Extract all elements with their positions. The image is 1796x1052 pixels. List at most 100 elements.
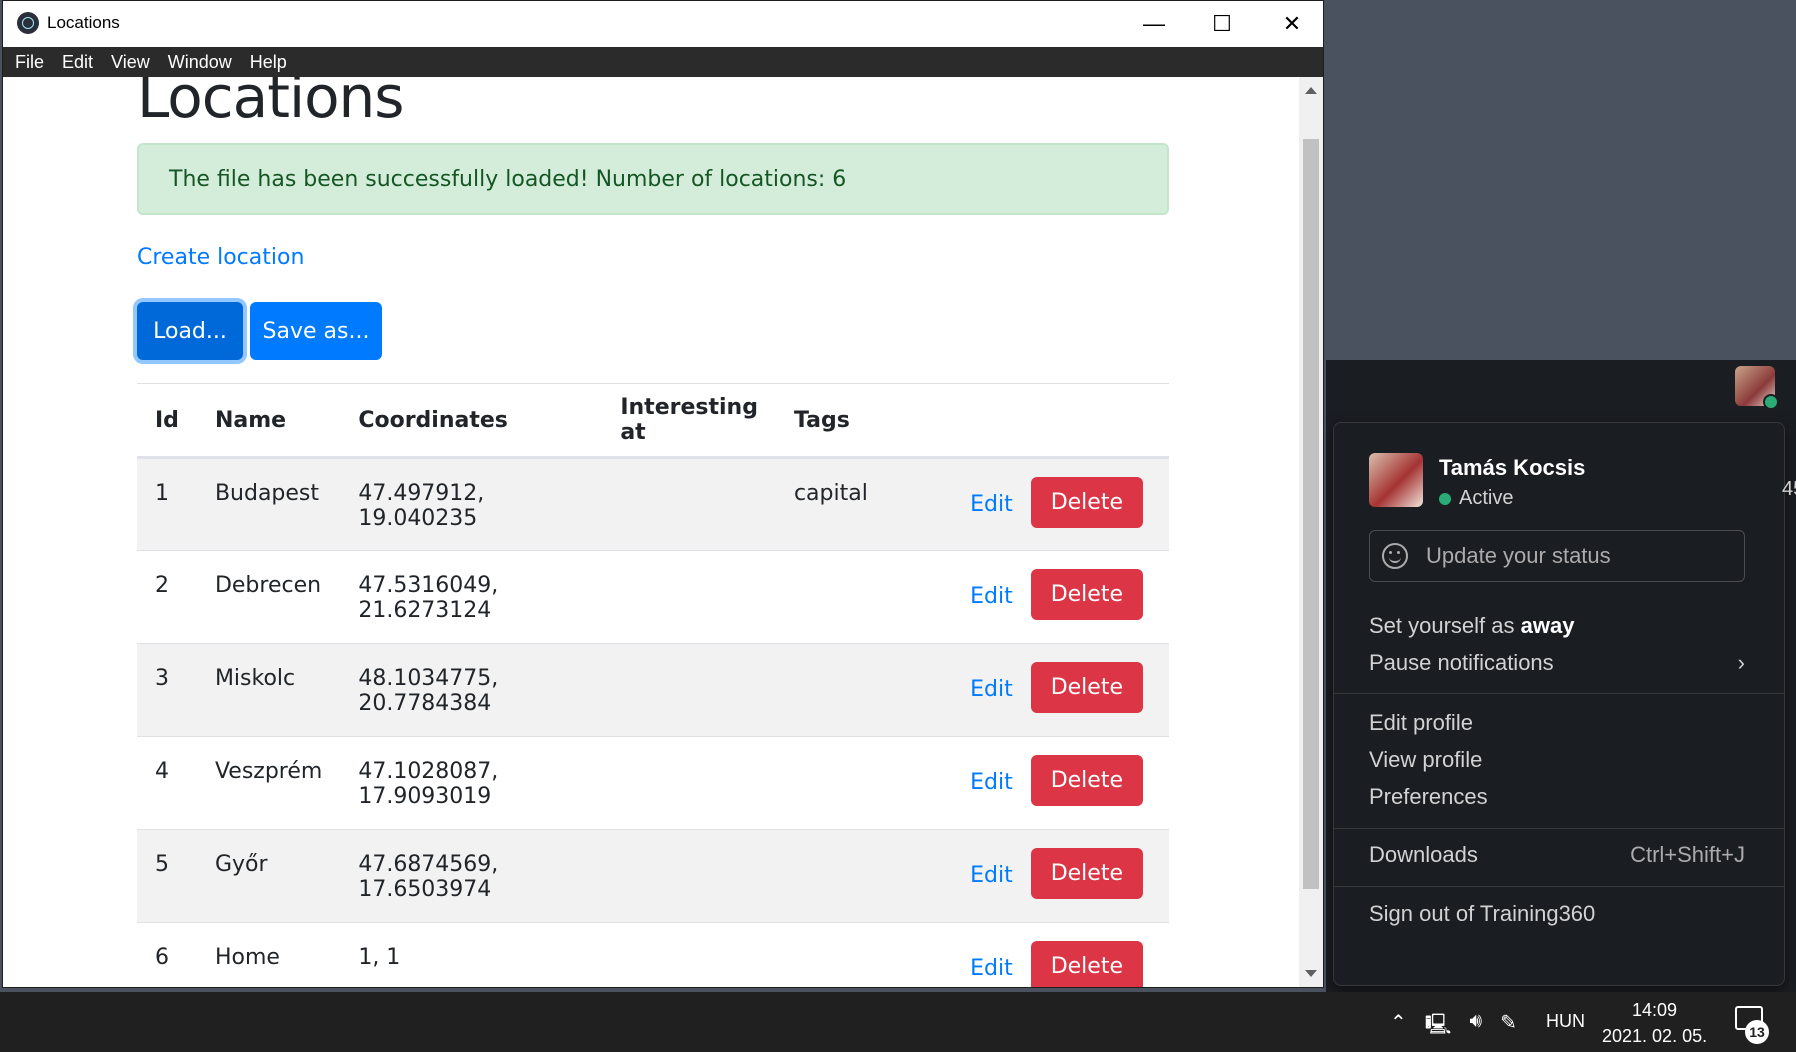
edit-link[interactable]: Edit: [970, 677, 1013, 702]
success-alert: The file has been successfully loaded! N…: [137, 143, 1169, 215]
cell-actions: Edit Delete: [885, 643, 1169, 737]
network-icon[interactable]: 🖳: [1425, 1010, 1452, 1044]
cell-coordinates: 47.1028087, 17.9093019: [340, 736, 603, 830]
menu-divider: [1334, 693, 1784, 694]
cell-actions: Edit Delete: [885, 550, 1169, 644]
cell-interesting-at: [602, 922, 776, 987]
scroll-down-arrow-icon[interactable]: [1305, 970, 1317, 977]
downloads-menu-item[interactable]: Downloads Ctrl+Shift+J: [1369, 842, 1745, 868]
delete-button[interactable]: Delete: [1030, 477, 1143, 528]
windows-taskbar: ⌃ 🖳 🔊︎ ✎ HUN 14:09 2021. 02. 05. 13: [0, 992, 1796, 1052]
preferences-label: Preferences: [1369, 784, 1488, 809]
active-status-icon: [1439, 492, 1451, 505]
set-away-label: Set yourself as: [1369, 613, 1521, 638]
view-profile-menu-item[interactable]: View profile: [1369, 747, 1745, 773]
app-menubar: File Edit View Window Help: [3, 47, 1323, 77]
edit-link[interactable]: Edit: [970, 863, 1013, 888]
away-bold-label: away: [1520, 613, 1575, 638]
chevron-right-icon: ›: [1737, 650, 1745, 675]
delete-button[interactable]: Delete: [1030, 662, 1143, 713]
cell-name: Home: [196, 922, 341, 987]
cell-coordinates: 48.1034775, 20.7784384: [340, 643, 603, 737]
table-row: 6 Home 1, 1 Edit Delete: [137, 922, 1169, 987]
save-as-button[interactable]: Save as...: [250, 302, 382, 360]
pause-notifications-menu-item[interactable]: Pause notifications ›: [1369, 650, 1745, 676]
cell-tags: [775, 550, 886, 644]
vertical-scrollbar[interactable]: [1299, 77, 1323, 987]
column-header-id: Id: [137, 383, 197, 459]
cell-id: 1: [137, 457, 197, 551]
locations-app-window: Locations — ☐ ✕ File Edit View Window He…: [2, 0, 1324, 988]
preferences-menu-item[interactable]: Preferences: [1369, 784, 1745, 810]
menu-divider: [1334, 828, 1784, 829]
delete-button[interactable]: Delete: [1030, 941, 1143, 987]
slack-profile-menu: Tamás Kocsis Active Update your status S…: [1333, 422, 1785, 986]
close-button[interactable]: ✕: [1257, 1, 1323, 47]
cell-coordinates: 47.5316049, 21.6273124: [340, 550, 603, 644]
cell-interesting-at: [602, 457, 776, 551]
language-indicator[interactable]: HUN: [1546, 1011, 1585, 1032]
cell-id: 5: [137, 829, 197, 923]
cell-tags: [775, 829, 886, 923]
edit-profile-label: Edit profile: [1369, 710, 1473, 735]
smiley-icon: [1382, 543, 1408, 569]
update-status-placeholder: Update your status: [1426, 543, 1611, 568]
show-hidden-icons-chevron-icon[interactable]: ⌃: [1390, 1010, 1407, 1044]
set-away-menu-item[interactable]: Set yourself as away: [1369, 613, 1745, 639]
table-row: 2 Debrecen 47.5316049, 21.6273124 Edit Delet…: [137, 550, 1169, 644]
cell-name: Budapest: [196, 457, 341, 551]
clock-date: 2021. 02. 05.: [1602, 1026, 1708, 1046]
window-titlebar: Locations — ☐ ✕: [3, 1, 1323, 47]
edit-link[interactable]: Edit: [970, 584, 1013, 609]
delete-button[interactable]: Delete: [1030, 848, 1143, 899]
cell-id: 3: [137, 643, 197, 737]
column-header-name: Name: [196, 383, 341, 459]
cell-coordinates: 47.6874569, 17.6503974: [340, 829, 603, 923]
menu-view[interactable]: View: [102, 52, 159, 73]
slack-user-avatar-button[interactable]: [1735, 366, 1779, 410]
delete-button[interactable]: Delete: [1030, 755, 1143, 806]
table-row: 4 Veszprém 47.1028087, 17.9093019 Edit Delet…: [137, 736, 1169, 830]
taskbar-clock[interactable]: 14:09 2021. 02. 05.: [1602, 997, 1707, 1049]
menu-window[interactable]: Window: [159, 52, 241, 73]
maximize-button[interactable]: ☐: [1187, 1, 1257, 47]
menu-divider: [1334, 886, 1784, 887]
cell-actions: Edit Delete: [885, 829, 1169, 923]
column-header-coordinates: Coordinates: [340, 383, 603, 459]
cell-id: 4: [137, 736, 197, 830]
cell-interesting-at: [602, 829, 776, 923]
page-title: Locations: [137, 77, 405, 131]
volume-icon[interactable]: 🔊︎: [1469, 1010, 1482, 1044]
page-content: Locations The file has been successfully…: [3, 77, 1299, 987]
minimize-button[interactable]: —: [1119, 1, 1189, 47]
cell-interesting-at: [602, 643, 776, 737]
update-status-input[interactable]: Update your status: [1369, 530, 1745, 582]
pause-notifications-label: Pause notifications: [1369, 650, 1554, 675]
cell-coordinates: 1, 1: [340, 922, 603, 987]
edit-profile-menu-item[interactable]: Edit profile: [1369, 710, 1745, 736]
pen-icon[interactable]: ✎: [1500, 1010, 1517, 1044]
downloads-label: Downloads: [1369, 842, 1478, 867]
view-profile-label: View profile: [1369, 747, 1483, 772]
cell-actions: Edit Delete: [885, 736, 1169, 830]
window-title: Locations: [47, 13, 120, 32]
edit-link[interactable]: Edit: [970, 492, 1013, 517]
edit-link[interactable]: Edit: [970, 956, 1013, 981]
menu-file[interactable]: File: [3, 52, 53, 73]
locations-table: Id Name Coordinates Interesting at Tags …: [137, 383, 1169, 987]
cell-name: Debrecen: [196, 550, 341, 644]
sign-out-menu-item[interactable]: Sign out of Training360: [1369, 901, 1745, 927]
table-header-row: Id Name Coordinates Interesting at Tags: [137, 383, 1169, 459]
scroll-up-arrow-icon[interactable]: [1305, 87, 1317, 94]
profile-name: Tamás Kocsis: [1439, 455, 1586, 480]
menu-help[interactable]: Help: [241, 52, 296, 73]
menu-edit[interactable]: Edit: [53, 52, 102, 73]
delete-button[interactable]: Delete: [1030, 569, 1143, 620]
notification-count-badge: 13: [1745, 1020, 1769, 1044]
clock-time: 14:09: [1632, 1000, 1678, 1020]
edit-link[interactable]: Edit: [970, 770, 1013, 795]
scrollbar-thumb[interactable]: [1303, 139, 1319, 889]
load-button[interactable]: Load...: [137, 302, 243, 360]
create-location-link[interactable]: Create location: [137, 245, 304, 270]
profile-avatar: [1369, 453, 1423, 507]
